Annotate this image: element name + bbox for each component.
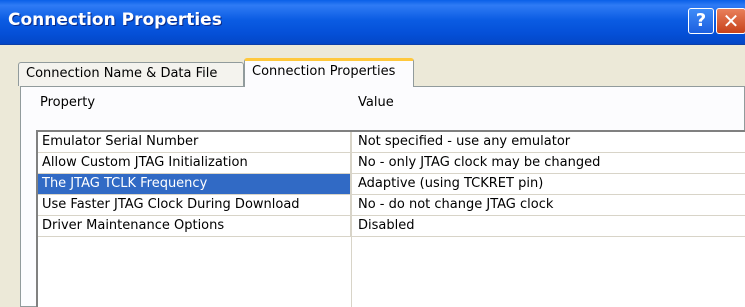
tab-panel: Property Value Emulator Serial Number No…	[20, 86, 745, 307]
property-name[interactable]: The JTAG TCLK Frequency	[38, 174, 351, 195]
window-title: Connection Properties	[8, 10, 222, 30]
tab-control: Connection Name & Data File Connection P…	[12, 54, 745, 307]
connection-properties-dialog: Connection Properties ? ✕ Connection Nam…	[0, 0, 745, 307]
property-grid: Emulator Serial Number Not specified - u…	[36, 130, 745, 307]
close-button[interactable]: ✕	[716, 8, 745, 34]
column-header-property: Property	[40, 95, 96, 110]
help-button[interactable]: ?	[688, 8, 714, 34]
property-row-faster-jtag-clock[interactable]: Use Faster JTAG Clock During Download No…	[38, 195, 745, 216]
tab-connection-properties[interactable]: Connection Properties	[244, 58, 414, 87]
property-name[interactable]: Driver Maintenance Options	[38, 216, 351, 237]
property-name[interactable]: Allow Custom JTAG Initialization	[38, 153, 351, 174]
selected-value: Adaptive (using TCKRET pin)	[358, 176, 544, 191]
property-row-driver-maintenance[interactable]: Driver Maintenance Options Disabled	[38, 216, 745, 237]
property-value-select[interactable]: Adaptive (using TCKRET pin)	[351, 174, 745, 195]
property-row-allow-custom-jtag-init[interactable]: Allow Custom JTAG Initialization No - on…	[38, 153, 745, 174]
title-bar[interactable]: Connection Properties ? ✕	[0, 0, 745, 45]
property-row-emulator-serial-number[interactable]: Emulator Serial Number Not specified - u…	[38, 132, 745, 153]
help-icon: ?	[695, 10, 707, 31]
column-header-value: Value	[358, 95, 394, 110]
property-name[interactable]: Use Faster JTAG Clock During Download	[38, 195, 351, 216]
close-icon: ✕	[722, 9, 740, 33]
property-value[interactable]: No - only JTAG clock may be changed	[351, 153, 745, 174]
property-value[interactable]: Disabled	[351, 216, 745, 237]
tab-connection-name-data-file[interactable]: Connection Name & Data File	[18, 62, 244, 86]
property-name[interactable]: Emulator Serial Number	[38, 132, 351, 153]
property-value[interactable]: Not specified - use any emulator	[351, 132, 745, 153]
property-row-jtag-tclk-frequency[interactable]: The JTAG TCLK Frequency Adaptive (using …	[38, 174, 745, 195]
property-value[interactable]: No - do not change JTAG clock	[351, 195, 745, 216]
